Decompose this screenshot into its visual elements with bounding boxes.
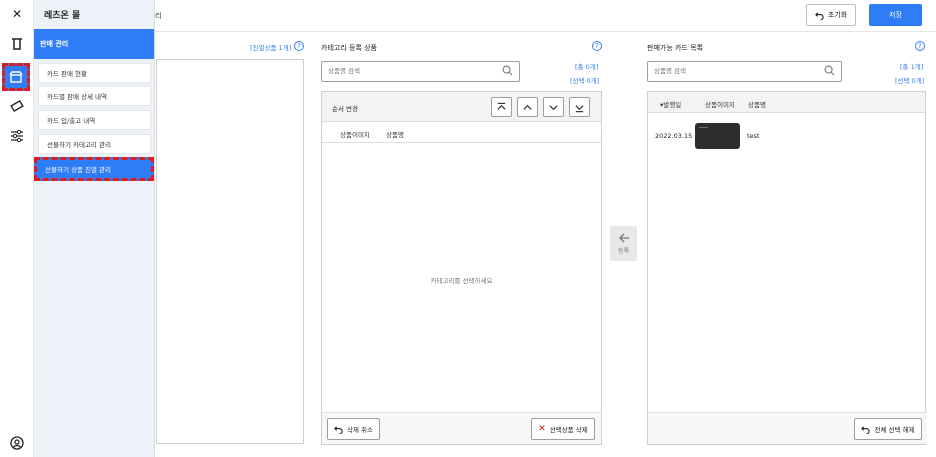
clear-selection-button[interactable]: 전체 선택 해제 <box>854 418 922 440</box>
cards-search-input[interactable] <box>654 67 804 75</box>
move-top-button[interactable] <box>491 97 512 117</box>
help-icon[interactable]: ? <box>294 41 304 51</box>
column-product-image: 상품이미지 <box>340 131 370 139</box>
move-up-button[interactable] <box>517 97 538 117</box>
column-product-name: 상품명 <box>748 101 766 109</box>
column-product-image: 상품이미지 <box>705 101 735 109</box>
sliders-icon[interactable] <box>6 125 28 147</box>
chevron-down-icon <box>549 104 558 110</box>
reset-button[interactable]: 초기화 <box>806 4 856 26</box>
column-product-name: 상품명 <box>386 131 404 139</box>
side-drawer: 레츠온 몰 판매 관리 카드 판매 현황 카드별 판매 상세 내역 카드 입/출… <box>34 0 155 457</box>
drawer-item-sales-detail[interactable]: 카드별 판매 상세 내역 <box>38 86 151 106</box>
user-circle-icon[interactable] <box>6 432 28 454</box>
ticket-icon[interactable] <box>6 95 28 117</box>
drawer-item-gift-display[interactable]: 선물하기 상품 진열 관리 <box>34 157 154 181</box>
trash-icon[interactable] <box>6 33 28 55</box>
cards-table-header: ▾발행일 상품이미지 상품명 <box>648 92 925 113</box>
column-issue-date[interactable]: ▾발행일 <box>660 99 681 109</box>
category-selected-count: [선택 0개] <box>570 77 600 85</box>
register-label: 등록 <box>617 248 630 255</box>
help-icon[interactable]: ? <box>592 41 602 51</box>
chevron-double-down-icon <box>575 104 584 112</box>
category-panel-footer: 삭제 취소 ✕ 선택상품 삭제 <box>322 412 601 444</box>
row-product-name: test <box>747 132 760 140</box>
display-count-label: [진열상품 1개] <box>250 44 292 52</box>
category-products-title: 카테고리 등록 상품 <box>321 44 377 52</box>
save-button[interactable]: 저장 <box>869 4 922 26</box>
drawer-item-inout-history[interactable]: 카드 입/출고 내역 <box>38 110 151 130</box>
drawer-item-sales-status[interactable]: 카드 판매 현황 <box>38 63 151 83</box>
close-icon[interactable]: ✕ <box>6 3 28 25</box>
chevron-double-up-icon <box>497 102 506 110</box>
column-issue-date-label: 발행일 <box>663 101 682 109</box>
available-cards-title: 판매가능 카드 목록 <box>647 44 703 52</box>
store-icon[interactable] <box>2 63 30 91</box>
category-search-input[interactable] <box>328 67 478 75</box>
move-down-button[interactable] <box>543 97 564 117</box>
undo-icon <box>334 425 343 434</box>
undo-icon <box>861 425 871 434</box>
save-button-label: 저장 <box>889 11 902 19</box>
register-button[interactable]: 등록 <box>610 226 637 261</box>
undo-delete-button[interactable]: 삭제 취소 <box>327 418 380 440</box>
help-icon[interactable]: ? <box>915 41 925 51</box>
cards-search-field[interactable] <box>647 61 842 82</box>
table-row[interactable]: 2022.03.15 ━━━━━━ test <box>648 119 925 155</box>
card-thumbnail: ━━━━━━ <box>695 123 740 149</box>
delete-selected-label: 선택상품 삭제 <box>549 426 588 434</box>
drawer-section-header[interactable]: 판매 관리 <box>34 29 154 59</box>
category-total-count: [총 0개] <box>575 63 599 71</box>
undo-delete-label: 삭제 취소 <box>347 426 373 434</box>
cards-panel-footer: 전체 선택 해제 <box>648 412 927 444</box>
arrow-left-icon <box>618 233 629 243</box>
delete-selected-button[interactable]: ✕ 선택상품 삭제 <box>531 418 595 440</box>
order-toolbar: 순서 변경 <box>322 92 601 122</box>
undo-icon <box>814 11 824 20</box>
category-table-header: 상품이미지 상품명 <box>322 122 601 143</box>
order-change-label: 순서 변경 <box>332 105 358 113</box>
display-product-panel <box>156 59 304 444</box>
chevron-up-icon <box>523 104 532 110</box>
search-icon[interactable] <box>824 65 835 78</box>
page-title-fragment: 리 <box>155 12 162 20</box>
move-bottom-button[interactable] <box>569 97 590 117</box>
reset-button-label: 초기화 <box>827 11 848 19</box>
cards-selected-count: [선택 0개] <box>895 77 925 85</box>
available-cards-panel: ▾발행일 상품이미지 상품명 2022.03.15 ━━━━━━ test 전체… <box>647 91 927 445</box>
drawer-item-gift-category[interactable]: 선물하기 카테고리 관리 <box>38 134 151 154</box>
drawer-title: 레츠온 몰 <box>44 11 81 21</box>
cards-total-count: [총 1개] <box>900 63 924 71</box>
row-issue-date: 2022.03.15 <box>655 132 693 140</box>
empty-state-message: 카테고리를 선택하세요 <box>430 277 493 285</box>
search-icon[interactable] <box>502 65 513 78</box>
category-products-panel: 순서 변경 상품이미지 상품명 카테고리를 선택하세요 삭제 취소 ✕ 선택상품… <box>321 91 602 445</box>
category-search-field[interactable] <box>321 61 520 82</box>
clear-selection-label: 전체 선택 해제 <box>874 426 915 434</box>
icon-rail: ✕ <box>0 0 34 457</box>
close-icon: ✕ <box>538 424 546 434</box>
